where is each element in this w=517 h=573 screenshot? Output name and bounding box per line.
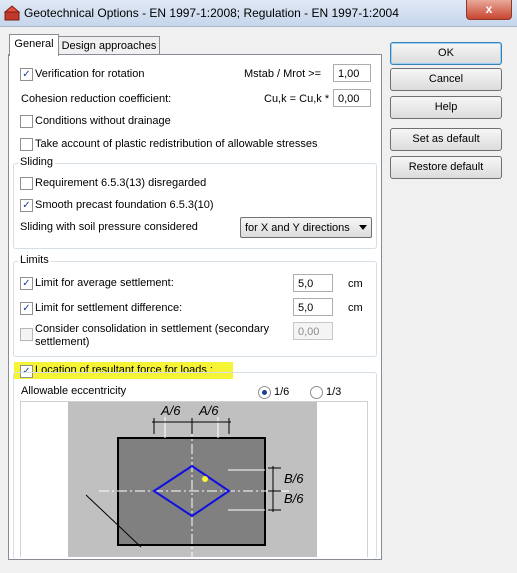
eccentricity-radio-1-3[interactable] — [310, 386, 323, 399]
plastic-redistribution-label: Take account of plastic redistribution o… — [35, 138, 318, 150]
smooth-precast-checkbox[interactable]: ✓ — [20, 199, 33, 212]
requirement-label: Requirement 6.5.3(13) disregarded — [35, 177, 207, 189]
average-settlement-input[interactable]: 5,0 — [293, 274, 333, 292]
tab-design-approaches[interactable]: Design approaches — [58, 36, 160, 55]
cancel-button[interactable]: Cancel — [390, 68, 502, 91]
radio-selected-dot — [262, 390, 267, 395]
b-label-bottom: B/6 — [284, 491, 304, 506]
verification-rotation-label: Verification for rotation — [35, 68, 145, 80]
soil-pressure-label: Sliding with soil pressure considered — [20, 221, 198, 233]
set-default-button[interactable]: Set as default — [390, 128, 502, 151]
eccentricity-label: Allowable eccentricity — [21, 385, 127, 397]
ok-button[interactable]: OK — [390, 42, 502, 65]
conditions-drainage-checkbox[interactable] — [20, 115, 33, 128]
plastic-redistribution-checkbox[interactable] — [20, 138, 33, 151]
sliding-group-title: Sliding — [18, 156, 56, 168]
eccentricity-figure: A/6 A/6 B/6 B/6 — [20, 401, 368, 557]
settlement-difference-label: Limit for settlement difference: — [35, 302, 183, 314]
consolidation-checkbox[interactable] — [20, 328, 33, 341]
restore-default-button[interactable]: Restore default — [390, 156, 502, 179]
limits-group-title: Limits — [18, 254, 51, 266]
title-bar: Geotechnical Options - EN 1997-1:2008; R… — [0, 0, 517, 27]
b-label-top: B/6 — [284, 471, 304, 486]
consolidation-label-line2: settlement) — [35, 336, 90, 348]
close-button[interactable]: x — [466, 0, 512, 20]
average-settlement-checkbox[interactable]: ✓ — [20, 277, 33, 290]
average-settlement-label: Limit for average settlement: — [35, 277, 174, 289]
window-title: Geotechnical Options - EN 1997-1:2008; R… — [24, 6, 399, 20]
close-icon: x — [485, 2, 493, 16]
soil-pressure-select[interactable]: for X and Y directions — [240, 217, 372, 238]
settlement-difference-checkbox[interactable]: ✓ — [20, 302, 33, 315]
eccentricity-radio-1-3-label: 1/3 — [326, 386, 342, 398]
smooth-precast-label: Smooth precast foundation 6.5.3(10) — [35, 199, 214, 211]
help-button[interactable]: Help — [390, 96, 502, 119]
tab-general[interactable]: General — [9, 34, 59, 56]
tab-general-label: General — [14, 38, 54, 50]
tab-design-approaches-label: Design approaches — [61, 40, 157, 52]
app-icon — [4, 5, 20, 21]
eccentricity-radio-1-6[interactable] — [258, 386, 271, 399]
average-settlement-unit: cm — [348, 278, 363, 290]
settlement-difference-input[interactable]: 5,0 — [293, 298, 333, 316]
cohesion-label: Cohesion reduction coefficient: — [21, 93, 172, 105]
cuk-label: Cu,k = Cu,k * — [264, 93, 330, 105]
cuk-input[interactable]: 0,00 — [333, 89, 371, 107]
settlement-difference-unit: cm — [348, 302, 363, 314]
a-label-left: A/6 — [160, 403, 181, 418]
conditions-drainage-label: Conditions without drainage — [35, 115, 171, 127]
eccentricity-radio-1-6-label: 1/6 — [274, 386, 290, 398]
requirement-checkbox[interactable] — [20, 177, 33, 190]
a-label-right: A/6 — [198, 403, 219, 418]
mstab-label: Mstab / Mrot >= — [244, 68, 322, 80]
mstab-input[interactable]: 1,00 — [333, 64, 371, 82]
consolidation-input[interactable]: 0,00 — [293, 322, 333, 340]
consolidation-label-line1: Consider consolidation in settlement (se… — [35, 323, 270, 335]
eccentricity-diagram: A/6 A/6 B/6 B/6 — [68, 402, 317, 557]
soil-pressure-value: for X and Y directions — [245, 222, 350, 234]
verification-rotation-checkbox[interactable]: ✓ — [20, 68, 33, 81]
chevron-down-icon — [359, 225, 367, 230]
resultant-point — [202, 476, 208, 482]
